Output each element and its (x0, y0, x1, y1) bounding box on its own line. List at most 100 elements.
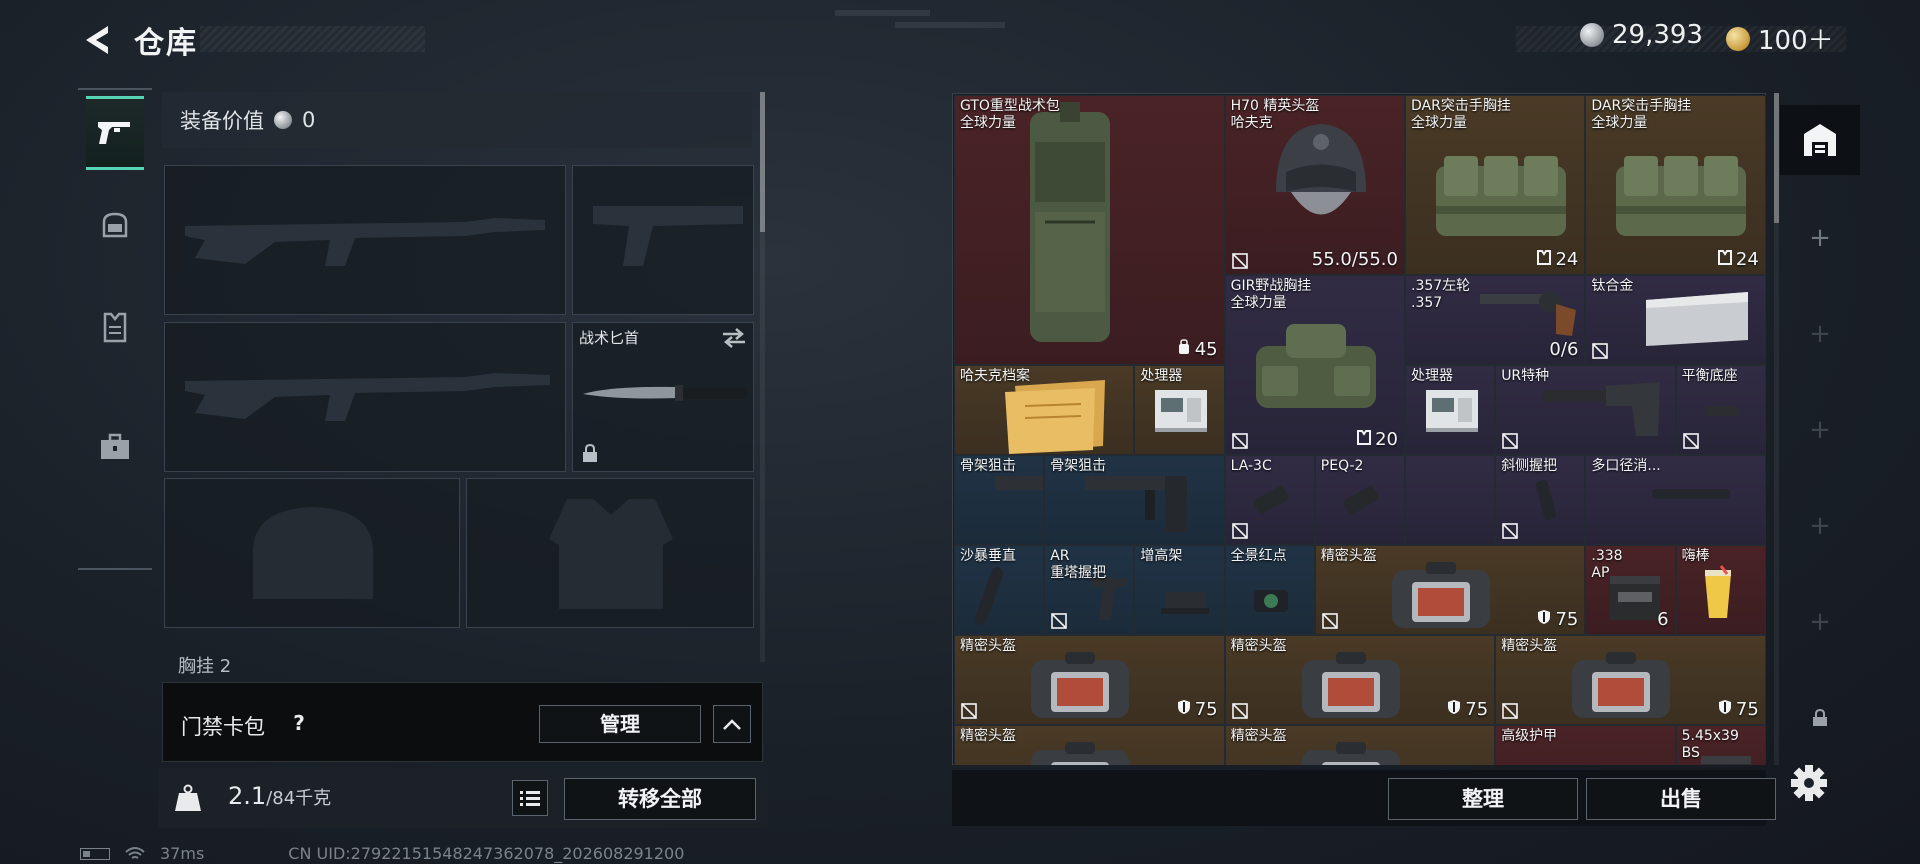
item-value-text: 24 (1735, 249, 1759, 270)
stash-item[interactable]: 增高架 (1134, 545, 1225, 635)
item-name: PEQ-2 (1321, 458, 1364, 475)
ping-text: 37ms (160, 844, 205, 863)
item-name: 嗨棒 (1682, 548, 1710, 565)
locked-stash-page[interactable] (1780, 683, 1860, 753)
helmet-slot[interactable] (164, 478, 460, 628)
capacity-icon (1357, 429, 1372, 450)
stash-item[interactable]: LA-3C (1224, 455, 1315, 545)
stash-item[interactable]: 处理器 (1405, 365, 1496, 455)
stash-item[interactable]: 钛合金 (1585, 275, 1766, 365)
vest-tab[interactable] (86, 290, 144, 364)
stash-item[interactable]: 斜侧握把 (1495, 455, 1586, 545)
add-stash-page-button[interactable]: + (1780, 491, 1860, 561)
item-title: 钛合金 (1591, 278, 1634, 294)
stash-item[interactable]: 处理器 (1134, 365, 1225, 455)
helmet-tab[interactable] (86, 190, 144, 264)
lock-icon (583, 443, 597, 462)
secondary-weapon-slot[interactable] (164, 322, 566, 472)
stash-pages-rail: + + + + + (1780, 93, 1860, 833)
item-name: DAR突击手胸挂 全球力量 (1591, 98, 1691, 132)
stash-item[interactable] (1405, 455, 1496, 545)
stash-item[interactable]: 精密头盔 (954, 725, 1225, 765)
stash-page-main[interactable] (1780, 105, 1860, 175)
status-bar: 37ms CN UID:279221515482473620​78_202608… (80, 844, 684, 863)
expand-button[interactable] (713, 705, 751, 743)
help-icon[interactable]: ? (283, 707, 315, 739)
stash-item[interactable]: 嗨棒 (1675, 545, 1766, 635)
stash-item[interactable]: 骨架狙击 (1044, 455, 1225, 545)
stash-item[interactable]: 哈夫克档案 (954, 365, 1135, 455)
sell-button[interactable]: 出售 (1586, 778, 1776, 820)
swap-icon[interactable] (721, 327, 747, 349)
stash-item[interactable]: UR特种 (1495, 365, 1676, 455)
item-image (1005, 102, 1135, 356)
stash-item[interactable]: 5.45x39 BS (1675, 725, 1766, 765)
stash-item[interactable]: 多口径消... (1585, 455, 1766, 545)
item-name: 哈夫克档案 (960, 368, 1030, 385)
item-name: GTO重型战术包 全球力量 (960, 98, 1060, 132)
item-value-text: 75 (1194, 699, 1218, 720)
stash-item[interactable]: 沙暴垂直 (954, 545, 1045, 635)
add-stash-page-button[interactable]: + (1780, 203, 1860, 273)
stash-item[interactable]: H70 精英头盔 哈夫克 55.0/55.0 (1224, 95, 1405, 275)
top-bar: 仓库 29,393 100＋ (0, 0, 1920, 80)
item-title: .357左轮 (1411, 278, 1471, 294)
stash-item[interactable]: 精密头盔 75 (1495, 635, 1766, 725)
item-image (1296, 646, 1406, 724)
item-title: 骨架狙击 (960, 458, 1016, 474)
stash-scrollbar-thumb[interactable] (1774, 93, 1779, 223)
item-name: LA-3C (1231, 458, 1272, 475)
sort-button[interactable]: 整理 (1388, 778, 1578, 820)
helmet-tab-icon (102, 212, 128, 238)
item-title: DAR突击手胸挂 (1591, 98, 1692, 114)
stash-item[interactable]: 精密头盔 (1224, 725, 1496, 765)
knife-slot[interactable]: 战术匕首 (572, 322, 754, 472)
item-value: 24 (1537, 249, 1578, 270)
stash-item[interactable]: 精密头盔 75 (1224, 635, 1496, 725)
no-insurance-icon (1592, 343, 1609, 359)
case-tab[interactable] (86, 410, 144, 484)
stash-item[interactable]: 高级护甲 (1495, 725, 1676, 765)
stash-item[interactable]: AR 重塔握把 (1044, 545, 1135, 635)
stash-item[interactable]: 全景红点 (1224, 545, 1315, 635)
item-title: H70 精英头盔 (1230, 98, 1320, 114)
stash-grid: GTO重型战术包 全球力量 45 H70 精英头盔 哈夫克 55.0/55.0 DAR突击手… (954, 95, 1766, 765)
stash-item[interactable]: DAR突击手胸挂 全球力量 24 (1405, 95, 1586, 275)
transfer-all-button[interactable]: 转移全部 (564, 778, 756, 820)
item-name: 5.45x39 BS (1682, 728, 1739, 762)
battery-icon (80, 847, 110, 860)
plus-icon: + (1809, 511, 1831, 541)
add-stash-page-button[interactable]: + (1780, 395, 1860, 465)
equipment-value-header: 装备价值 0 (162, 92, 752, 148)
item-name: 增高架 (1140, 548, 1182, 565)
stash-item[interactable]: .338 AP 6 (1585, 545, 1676, 635)
top-deco-line (895, 22, 1005, 28)
stash-item[interactable]: 骨架狙击 (954, 455, 1045, 545)
stash-item[interactable]: GTO重型战术包 全球力量 45 (954, 95, 1225, 365)
add-stash-page-button[interactable]: + (1780, 299, 1860, 369)
stash-item[interactable]: PEQ-2 (1314, 455, 1405, 545)
manage-button[interactable]: 管理 (539, 705, 701, 743)
weapon-tab[interactable] (86, 96, 144, 170)
stash-item[interactable]: DAR突击手胸挂 全球力量 24 (1585, 95, 1766, 275)
item-value-text: 75 (1465, 699, 1489, 720)
stash-item[interactable]: 精密头盔 75 (1314, 545, 1586, 635)
stash-item[interactable]: GIR野战胸挂 全球力量 20 (1224, 275, 1405, 455)
list-view-button[interactable] (512, 780, 548, 816)
item-name: AR 重塔握把 (1050, 548, 1106, 582)
pistol-slot[interactable] (572, 165, 754, 315)
item-image (1296, 736, 1406, 765)
stash-item[interactable]: 精密头盔 75 (954, 635, 1225, 725)
item-value: 75 (1177, 699, 1218, 720)
loadout-scrollbar-thumb[interactable] (760, 92, 765, 232)
capacity-icon (1537, 249, 1552, 270)
back-arrow-icon[interactable] (78, 20, 118, 60)
armor-slot[interactable] (466, 478, 754, 628)
add-stash-page-button[interactable]: + (1780, 587, 1860, 657)
stash-item[interactable]: 平衡底座 (1675, 365, 1766, 455)
rifle-silhouette-icon (185, 373, 550, 421)
primary-weapon-slot[interactable] (164, 165, 566, 315)
stash-item[interactable]: .357左轮 .357 0/6 (1405, 275, 1586, 365)
settings-icon[interactable] (1786, 760, 1832, 806)
gold-currency[interactable]: 100＋ (1726, 20, 1834, 57)
